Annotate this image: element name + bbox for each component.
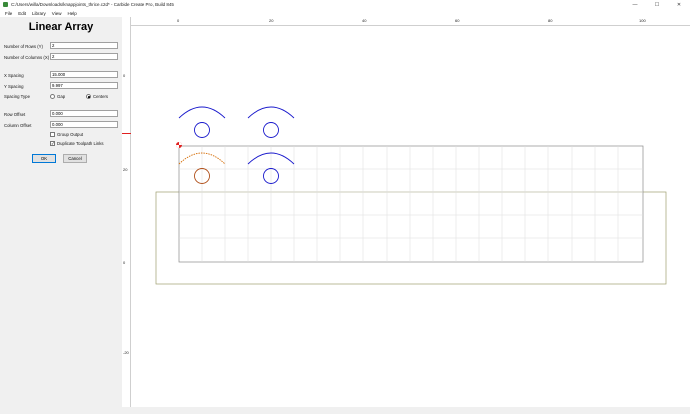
dup-links-option[interactable]: ✓ Duplicate Toolpath Links bbox=[50, 141, 104, 146]
x-spacing-input[interactable]: 15.000 bbox=[50, 71, 118, 78]
horizontal-ruler[interactable]: 0 20 40 60 80 100 bbox=[131, 17, 690, 26]
gap-option[interactable]: Gap bbox=[50, 94, 65, 99]
cols-input[interactable]: 2 bbox=[50, 53, 118, 60]
group-output-checkbox[interactable] bbox=[50, 132, 55, 137]
y-spacing-input[interactable]: 9.997 bbox=[50, 82, 118, 89]
window-title: C:/Users/willa/Downloads/knappjoints_thr… bbox=[11, 2, 174, 7]
cols-label: Number of Columns (X) bbox=[4, 55, 50, 60]
left-ruler-label-0b: 0 bbox=[123, 260, 126, 265]
top-ruler-label-60: 60 bbox=[455, 18, 460, 23]
left-ruler-label-0: 0 bbox=[123, 73, 126, 78]
minimize-icon[interactable]: — bbox=[624, 0, 646, 9]
maximize-icon[interactable]: ☐ bbox=[646, 0, 668, 9]
gap-label: Gap bbox=[57, 94, 66, 99]
menu-view[interactable]: View bbox=[49, 11, 65, 16]
menu-bar: File Edit Library View Help bbox=[0, 9, 690, 17]
app-icon bbox=[3, 2, 8, 7]
rows-input[interactable]: 2 bbox=[50, 42, 118, 49]
top-ruler-label-0: 0 bbox=[177, 18, 180, 23]
spacing-type-label: Spacing Type bbox=[4, 94, 30, 99]
vertical-ruler[interactable]: 0 20 0 -20 bbox=[122, 17, 131, 407]
col-offset-row: Column Offset bbox=[4, 123, 31, 128]
y-position-marker bbox=[122, 133, 131, 134]
cols-row: Number of Columns (X) bbox=[4, 55, 49, 60]
spacing-type-row: Spacing Type bbox=[4, 94, 30, 99]
close-icon[interactable]: ✕ bbox=[668, 0, 690, 9]
x-spacing-row: X Spacing bbox=[4, 73, 24, 78]
linear-array-panel: Linear Array Number of Rows (Y) 2 Number… bbox=[0, 17, 122, 414]
row-offset-label: Row Offset bbox=[4, 112, 26, 117]
x-spacing-label: X Spacing bbox=[4, 73, 24, 78]
dup-links-checkbox[interactable]: ✓ bbox=[50, 141, 55, 146]
menu-file[interactable]: File bbox=[2, 11, 15, 16]
centers-option[interactable]: Centers bbox=[86, 94, 108, 99]
menu-help[interactable]: Help bbox=[64, 11, 79, 16]
row-offset-row: Row Offset bbox=[4, 112, 25, 117]
centers-label: Centers bbox=[93, 94, 109, 99]
top-ruler-label-40: 40 bbox=[362, 18, 367, 23]
rows-label: Number of Rows (Y) bbox=[4, 44, 43, 49]
col-offset-input[interactable]: 0.000 bbox=[50, 121, 118, 128]
menu-library[interactable]: Library bbox=[29, 11, 49, 16]
rows-row: Number of Rows (Y) bbox=[4, 44, 43, 49]
col-offset-label: Column Offset bbox=[4, 123, 32, 128]
window-controls: — ☐ ✕ bbox=[624, 0, 690, 9]
panel-title: Linear Array bbox=[28, 21, 94, 33]
window-titlebar: C:/Users/willa/Downloads/knappjoints_thr… bbox=[0, 0, 690, 9]
horizontal-scrollbar[interactable] bbox=[122, 407, 690, 414]
left-ruler-label-neg20: -20 bbox=[123, 350, 129, 355]
y-spacing-label: Y Spacing bbox=[4, 84, 24, 89]
group-output-option[interactable]: Group Output bbox=[50, 132, 83, 137]
top-ruler-label-100: 100 bbox=[639, 18, 646, 23]
dup-links-label: Duplicate Toolpath Links bbox=[57, 141, 104, 146]
top-ruler-label-80: 80 bbox=[548, 18, 553, 23]
ok-button[interactable]: OK bbox=[32, 154, 56, 163]
left-ruler-label-20: 20 bbox=[123, 167, 128, 172]
y-spacing-row: Y Spacing bbox=[4, 84, 24, 89]
cancel-button[interactable]: Cancel bbox=[63, 154, 87, 163]
centers-radio[interactable] bbox=[86, 94, 91, 99]
group-output-label: Group Output bbox=[57, 132, 84, 137]
menu-edit[interactable]: Edit bbox=[15, 11, 29, 16]
gap-radio[interactable] bbox=[50, 94, 55, 99]
row-offset-input[interactable]: 0.000 bbox=[50, 110, 118, 117]
design-canvas[interactable] bbox=[122, 17, 690, 414]
top-ruler-label-20: 20 bbox=[269, 18, 274, 23]
